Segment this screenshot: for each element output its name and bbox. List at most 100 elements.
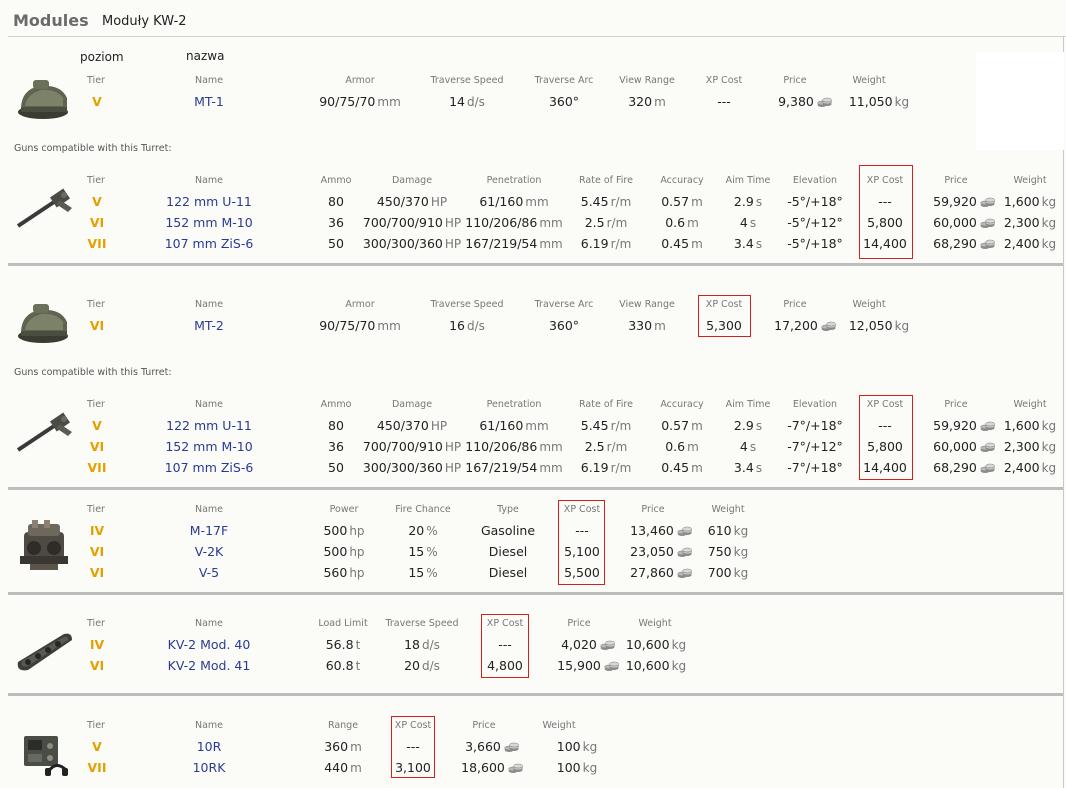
col-header-traverse-speed: Traverse Speed — [385, 618, 459, 629]
credits-coin-icon — [979, 442, 995, 452]
xp-cost-value: --- — [878, 418, 892, 433]
module-name[interactable]: 107 mm ZiS-6 — [165, 460, 254, 475]
rate-of-fire-value: 5.45 r/m — [580, 418, 632, 433]
weight-value: 2,400 kg — [1003, 460, 1057, 475]
xp-cost-value: --- — [717, 94, 731, 109]
price-value: 13,460 — [630, 523, 692, 538]
elevation-value: -5°/+12° — [787, 215, 843, 230]
col-header-name: Name — [194, 299, 224, 310]
traverse-value: 14 d/s — [449, 94, 485, 109]
col-header-armor: Armor — [345, 75, 375, 86]
col-header-penetration: Penetration — [486, 175, 542, 186]
module-name[interactable]: MT-2 — [194, 318, 224, 333]
xp-cost-value: 5,800 — [867, 215, 903, 230]
price-value: 68,290 — [933, 236, 995, 251]
module-name[interactable]: 10RK — [193, 760, 226, 775]
traverse-value: 20 d/s — [404, 658, 440, 673]
ammo-value: 36 — [328, 215, 344, 230]
col-header-tier: Tier — [87, 399, 105, 410]
col-header-view-range: View Range — [619, 299, 675, 310]
col-header-damage: Damage — [391, 399, 433, 410]
xp-cost-value: 14,400 — [863, 460, 907, 475]
ammo-value: 80 — [328, 418, 344, 433]
tier-value: VII — [87, 236, 107, 251]
col-header-tier: Tier — [87, 299, 105, 310]
module-name[interactable]: 107 mm ZiS-6 — [165, 236, 254, 251]
aim-time-value: 2.9 s — [733, 194, 763, 209]
col-header-load-limit: Load Limit — [318, 618, 368, 629]
aim-time-value: 2.9 s — [733, 418, 763, 433]
damage-value: 700/700/910 HP — [362, 215, 462, 230]
col-header-price: Price — [944, 399, 968, 410]
col-header-weight: Weight — [1013, 175, 1047, 186]
range-value: 440 m — [324, 760, 362, 775]
col-header-traverse-arc: Traverse Arc — [534, 299, 594, 310]
module-name[interactable]: KV-2 Mod. 40 — [168, 637, 251, 652]
credits-coin-icon — [979, 421, 995, 431]
xp-cost-value: --- — [406, 739, 420, 754]
tier-value: V — [92, 418, 102, 433]
penetration-value: 110/206/86 mm — [465, 439, 563, 454]
power-value: 500 hp — [323, 544, 365, 559]
xp-cost-value: 4,800 — [487, 658, 523, 673]
col-header-view-range: View Range — [619, 75, 675, 86]
price-value: 9,380 — [778, 94, 832, 109]
weight-value: 100 kg — [556, 739, 598, 754]
traverse-value: 16 d/s — [449, 318, 485, 333]
damage-value: 450/370 HP — [376, 418, 448, 433]
weight-value: 100 kg — [556, 760, 598, 775]
aim-time-value: 3.4 s — [733, 236, 763, 251]
turret-icon — [18, 80, 68, 119]
module-name[interactable]: 122 mm U-11 — [166, 418, 252, 433]
tier-value: VII — [87, 460, 107, 475]
load-limit-value: 60.8 t — [325, 658, 361, 673]
col-header-price: Price — [567, 618, 591, 629]
section-divider — [8, 263, 1063, 266]
xp-cost-value: 14,400 — [863, 236, 907, 251]
tracks-icon — [17, 633, 72, 671]
module-name[interactable]: M-17F — [190, 523, 228, 538]
module-name[interactable]: 10R — [197, 739, 222, 754]
module-name[interactable]: 152 mm M-10 — [165, 215, 252, 230]
col-header-price: Price — [783, 299, 807, 310]
aim-time-value: 4s — [739, 439, 757, 454]
credits-coin-icon — [979, 463, 995, 473]
rate-of-fire-value: 6.19 r/m — [580, 460, 632, 475]
gun-icon — [16, 412, 72, 452]
col-header-tier: Tier — [87, 75, 105, 86]
credits-coin-icon — [820, 321, 836, 331]
header-divider — [8, 36, 1066, 37]
accuracy-value: 0.45 m — [661, 460, 703, 475]
module-name[interactable]: 152 mm M-10 — [165, 439, 252, 454]
damage-value: 450/370 HP — [376, 194, 448, 209]
accuracy-value: 0.6 m — [665, 215, 699, 230]
module-name[interactable]: V-5 — [199, 565, 219, 580]
col-header-tier: Tier — [87, 504, 105, 515]
guns-caption: Guns compatible with this Turret: — [14, 367, 172, 378]
view-range-value: 320 m — [628, 94, 666, 109]
price-value: 59,920 — [933, 194, 995, 209]
credits-coin-icon — [979, 218, 995, 228]
arc-value: 360° — [548, 318, 580, 333]
module-name[interactable]: KV-2 Mod. 41 — [168, 658, 251, 673]
ammo-value: 36 — [328, 439, 344, 454]
col-header-type: Type — [497, 504, 519, 515]
rate-of-fire-value: 5.45 r/m — [580, 194, 632, 209]
col-header-name: Name — [194, 618, 224, 629]
module-name[interactable]: V-2K — [195, 544, 223, 559]
tier-value: V — [92, 94, 102, 109]
penetration-value: 61/160 mm — [479, 418, 549, 433]
price-value: 60,000 — [933, 215, 995, 230]
price-value: 17,200 — [774, 318, 836, 333]
section-divider — [8, 693, 1063, 696]
col-header-aim-time: Aim Time — [725, 175, 771, 186]
price-value: 68,290 — [933, 460, 995, 475]
module-name[interactable]: MT-1 — [194, 94, 224, 109]
col-header-price: Price — [944, 175, 968, 186]
module-name[interactable]: 122 mm U-11 — [166, 194, 252, 209]
col-header-weight: Weight — [852, 299, 886, 310]
col-header-fire-chance: Fire Chance — [395, 504, 451, 515]
price-value: 27,860 — [630, 565, 692, 580]
penetration-value: 167/219/54 mm — [465, 460, 563, 475]
aim-time-value: 3.4 s — [733, 460, 763, 475]
